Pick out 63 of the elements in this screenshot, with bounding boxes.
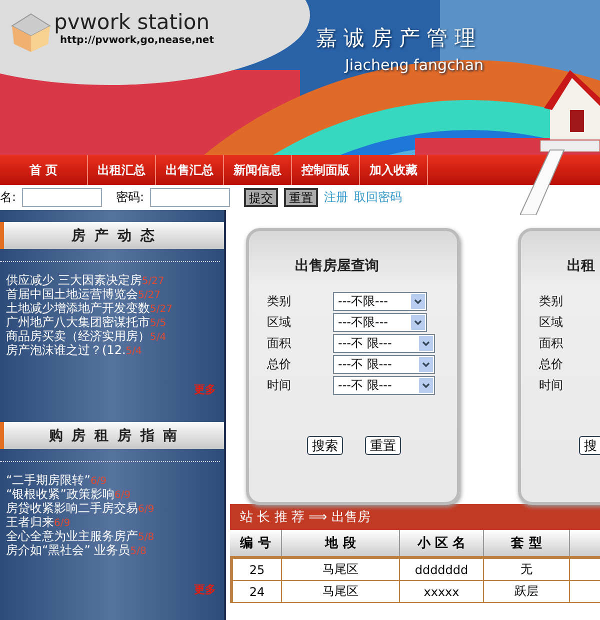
column-header: 编 号 [230,530,282,556]
table-cell: 25 [233,559,282,580]
panel-title: 出租 [567,257,596,275]
dropdown[interactable]: ---不 限--- [333,376,435,395]
logo-title: pvwork station [54,10,210,34]
dropdown[interactable]: ---不限--- [333,313,427,332]
table-cell: 马尾区 [282,559,400,580]
dropdown[interactable]: ---不限--- [333,292,427,311]
chevron-down-icon [419,378,433,393]
news-link[interactable]: 首届中国土地运营博览会5/27 [0,288,224,302]
dropdown[interactable]: ---不 限--- [333,355,435,374]
field-label: 时间 [539,377,564,394]
news-link[interactable]: 房贷收紧影响二手房交易6/9 [0,502,224,516]
table-cell: ddddddd [400,559,484,580]
table-cell: xxxxx [400,581,484,602]
panel-title: 出售房屋查询 [295,257,380,275]
field-label: 名: [0,189,16,206]
news-link[interactable]: 土地减少增添地产开发变数5/27 [0,302,224,316]
table-cell: 无 [484,559,570,580]
column-header: 小 区 名 [400,530,484,556]
field-label: 类别 [267,293,292,310]
news-link[interactable]: 供应减少 三大因素决定房5/27 [0,274,224,288]
chevron-down-icon [419,336,433,351]
field-label: 密码: [116,189,144,206]
news-link[interactable]: 房介如“黑社会” 业务员5/8 [0,544,224,558]
field-label: 区域 [267,314,292,331]
table-cell: 24 [233,581,282,602]
column-header: 地 段 [282,530,400,556]
panel-button[interactable]: 搜索 [307,436,343,455]
panel-button[interactable]: 搜 [579,436,600,455]
table-cell: 马尾区 [282,581,400,602]
site-subtitle: Jiacheng fangchan [345,56,484,74]
news-link[interactable]: 广州地产八大集团密谋托市5/5 [0,316,224,330]
table-title-bar: 站 长 推 荐 ⟹ 出售房 [230,504,600,530]
news-link[interactable]: “银根收紧”政策影响6/9 [0,488,224,502]
field-label: 类别 [539,293,564,310]
logo-url: http://pvwork,go,nease,net [60,35,214,46]
field-label: 总价 [267,356,292,373]
table-cell: 跃层 [484,581,570,602]
house-logo-icon [10,12,52,54]
news-link[interactable]: 房产泡沫谁之过？(12.5/4 [0,344,224,358]
site-title: 嘉 诚 房 产 管 理 [316,25,476,52]
chevron-down-icon [411,315,425,330]
news-link[interactable]: 商品房买卖（经济实用房）5/4 [0,330,224,344]
chevron-down-icon [419,357,433,372]
section-header: 房 产 动 态 [0,222,224,249]
field-label: 区域 [539,314,564,331]
field-label: 面积 [539,335,564,352]
input-field[interactable] [150,188,230,207]
dropdown[interactable]: ---不 限--- [333,334,435,353]
login-button[interactable]: 提交 [244,188,278,207]
column-header: 套 型 [484,530,570,556]
field-label: 总价 [539,356,564,373]
field-label: 时间 [267,377,292,394]
input-field[interactable] [22,188,102,207]
panel-button[interactable]: 重置 [365,436,401,455]
news-link[interactable]: “二手期房限转”6/9 [0,474,224,488]
news-link[interactable]: 全心全意为业主服务房产5/8 [0,530,224,544]
field-label: 面积 [267,335,292,352]
chevron-down-icon [411,294,425,309]
news-link[interactable]: 王者归来6/9 [0,516,224,530]
section-header: 购 房 租 房 指 南 [0,422,224,449]
login-button[interactable]: 重置 [284,188,318,207]
